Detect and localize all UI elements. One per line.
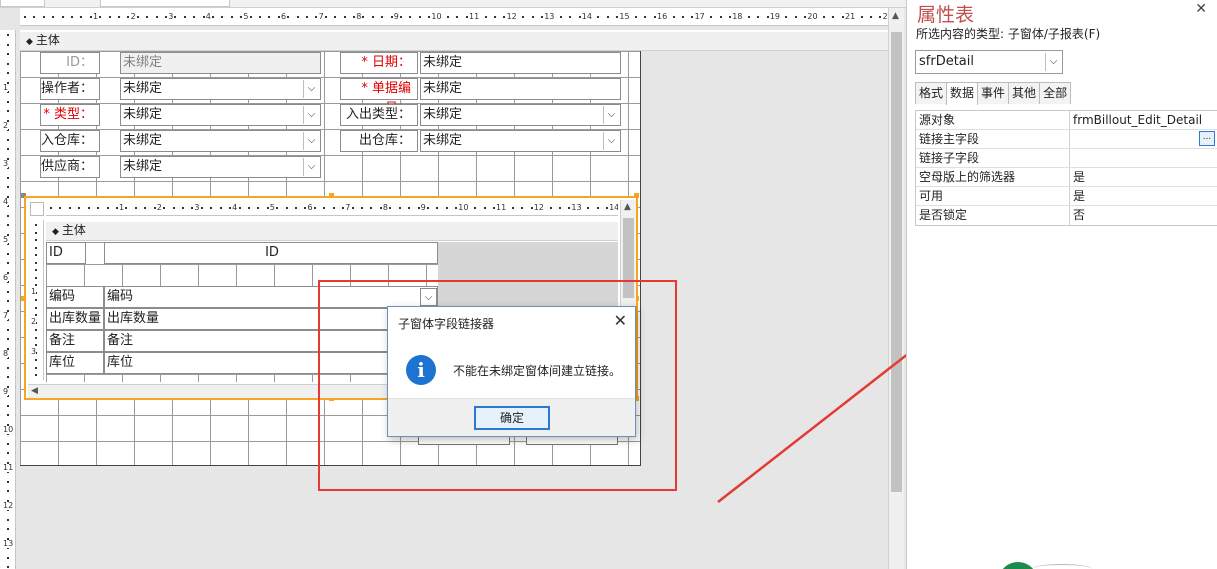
property-row[interactable]: 源对象 frmBillout_Edit_Detail [916,111,1217,130]
tab-all[interactable]: 全部 [1039,82,1072,104]
property-row[interactable]: 是否锁定 否 [916,206,1217,225]
object-selector[interactable]: sfrDetail ⌵ [915,50,1063,74]
property-key: 链接主字段 [916,130,1070,148]
property-value[interactable]: 是 [1070,168,1217,186]
dialog-message: 不能在未绑定窗体间建立链接。 [453,364,622,378]
property-sheet[interactable]: 属性表 ✕ 所选内容的类型: 子窗体/子报表(F) sfrDetail ⌵ 格式… [906,0,1217,569]
tab-other[interactable]: 其他 [1008,82,1041,104]
chevron-down-icon[interactable]: ⌵ [1045,53,1061,71]
message-dialog[interactable]: 子窗体字段链接器 ✕ i 不能在未绑定窗体间建立链接。 确定 [387,306,636,437]
tab-data[interactable]: 数据 [946,82,979,105]
property-tabs: 格式 数据 事件 其他 全部 [915,82,1072,105]
property-key: 空母版上的筛选器 [916,168,1070,186]
logo-decoration [1032,564,1092,569]
tab-format[interactable]: 格式 [915,82,948,104]
property-row[interactable]: 链接子字段 [916,149,1217,168]
property-row[interactable]: 链接主字段 ... [916,130,1217,149]
dialog-title: 子窗体字段链接器 [398,317,495,331]
dialog-footer: 确定 [388,398,635,436]
object-selector-value: sfrDetail [919,54,974,69]
builder-button[interactable]: ... [1199,131,1215,146]
property-key: 链接子字段 [916,149,1070,167]
property-row[interactable]: 空母版上的筛选器 是 [916,168,1217,187]
selection-type-label: 所选内容的类型: 子窗体/子报表(F) [916,27,1101,41]
close-icon[interactable]: ✕ [1195,1,1207,17]
info-icon: i [406,355,436,385]
ok-button[interactable]: 确定 [474,406,550,430]
property-value[interactable]: 是 [1070,187,1217,205]
property-value[interactable]: ... [1070,130,1217,148]
property-grid: 源对象 frmBillout_Edit_Detail 链接主字段 ... 链接子… [915,110,1217,226]
form-design-area[interactable]: 12345678910111213141516171819202122 1234… [0,0,1184,569]
property-value[interactable]: frmBillout_Edit_Detail [1070,111,1217,129]
property-key: 源对象 [916,111,1070,129]
property-value[interactable] [1070,149,1217,167]
property-row[interactable]: 可用 是 [916,187,1217,206]
property-key: 是否锁定 [916,206,1070,225]
property-key: 可用 [916,187,1070,205]
tab-event[interactable]: 事件 [977,82,1010,104]
property-sheet-title: 属性表 [917,4,975,26]
property-value[interactable]: 否 [1070,206,1217,225]
close-icon[interactable]: ✕ [614,311,627,330]
